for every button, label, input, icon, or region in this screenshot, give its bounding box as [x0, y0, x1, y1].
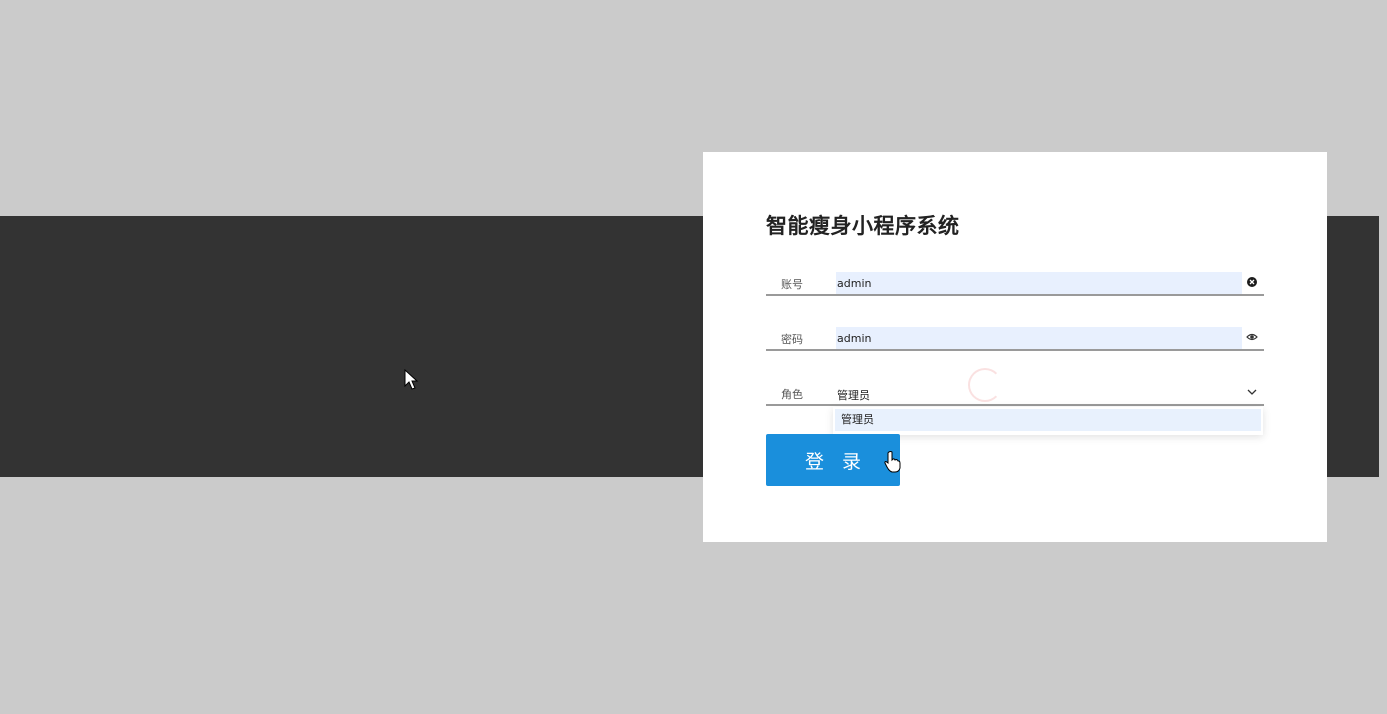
- account-label: 账号: [781, 278, 803, 291]
- chevron-down-icon[interactable]: [1246, 386, 1258, 398]
- login-button[interactable]: 登 录: [766, 434, 900, 486]
- password-label: 密码: [781, 333, 803, 346]
- eye-icon[interactable]: [1246, 331, 1258, 343]
- role-dropdown: 管理员: [833, 407, 1263, 435]
- role-selected-value: 管理员: [837, 389, 870, 402]
- password-input[interactable]: [836, 327, 1242, 349]
- account-input[interactable]: [836, 272, 1242, 294]
- account-row: 账号: [766, 272, 1264, 296]
- login-card: 智能瘦身小程序系统 账号 密码 角色 管理员 管理员 登 录: [703, 152, 1327, 542]
- page-title: 智能瘦身小程序系统: [766, 214, 960, 238]
- loading-spinner: [968, 368, 1002, 402]
- role-select[interactable]: 角色 管理员: [766, 382, 1264, 406]
- clear-icon[interactable]: [1246, 276, 1258, 288]
- role-label: 角色: [781, 388, 803, 401]
- password-row: 密码: [766, 327, 1264, 351]
- role-option[interactable]: 管理员: [835, 409, 1261, 431]
